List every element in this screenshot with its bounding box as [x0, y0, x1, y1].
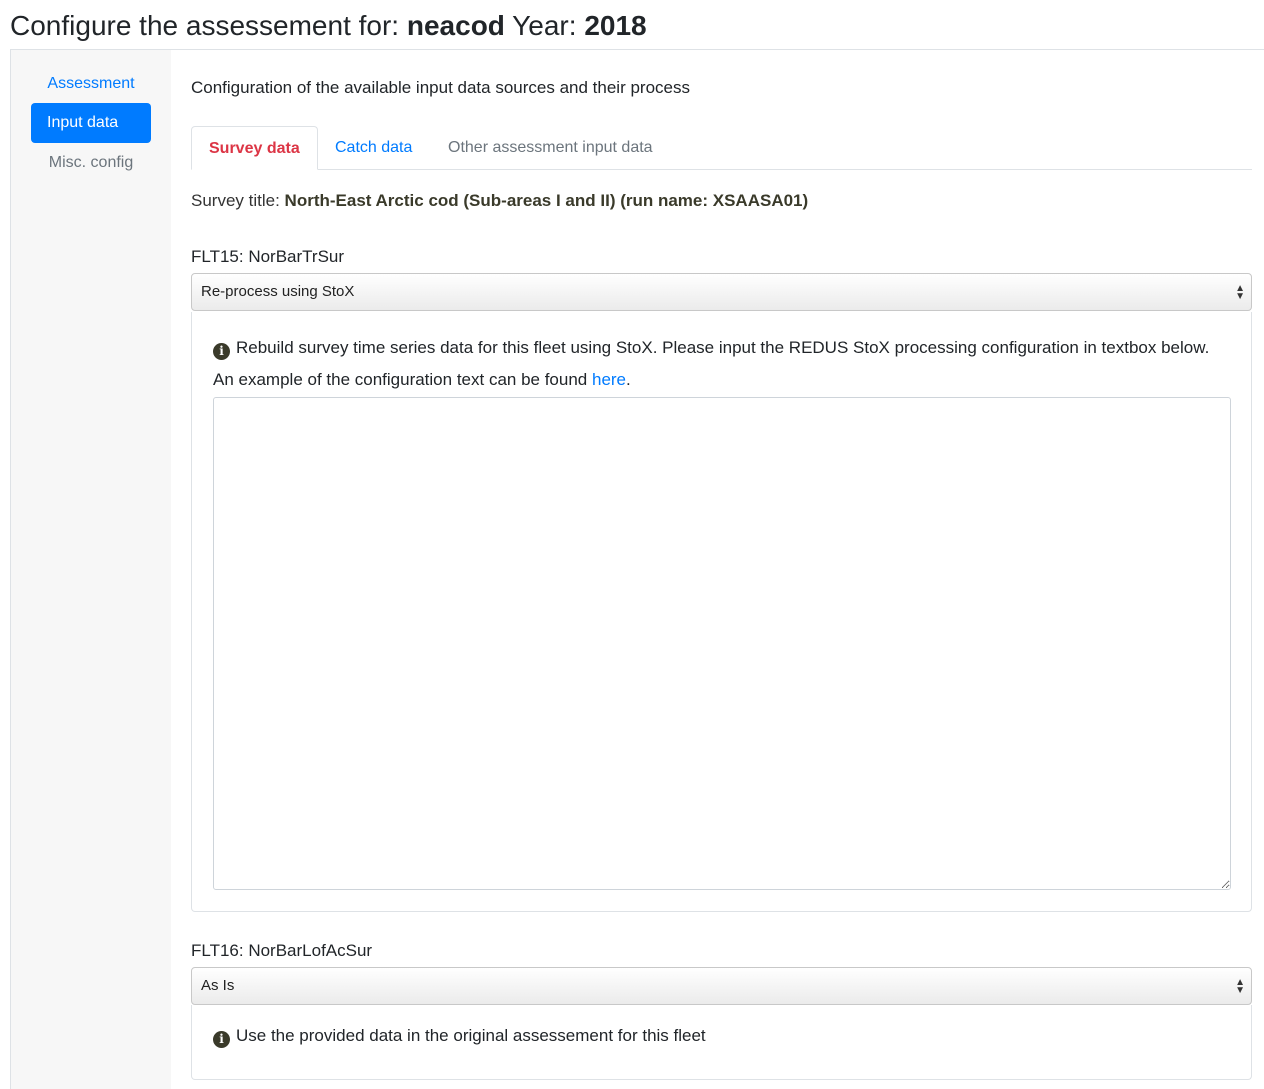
tab-catch-data[interactable]: Catch data — [318, 126, 429, 169]
fleet-process-select-flt16[interactable]: As Is ▲ ▼ — [191, 967, 1252, 1005]
info-message-end: . — [626, 370, 631, 389]
info-message: i Use the provided data in the original a… — [213, 1020, 1231, 1052]
sidebar-item-assessment[interactable]: Assessment — [31, 64, 151, 104]
tab-survey-data[interactable]: Survey data — [191, 126, 318, 170]
intro-text: Configuration of the available input dat… — [191, 78, 690, 97]
stox-config-textarea[interactable] — [213, 397, 1231, 890]
survey-title-value: North-East Arctic cod (Sub-areas I and I… — [284, 191, 809, 210]
fleet-label-flt15: FLT15: NorBarTrSur — [191, 247, 345, 266]
info-circle-icon: i — [213, 1031, 230, 1048]
sidebar-item-input-data[interactable]: Input data — [31, 103, 151, 143]
stock-name: neacod — [406, 10, 505, 41]
fleet-panel-flt15: i Rebuild survey time series data for thi… — [191, 312, 1252, 912]
page-title: Configure the assessement for: neacod Ye… — [10, 6, 647, 46]
year-value: 2018 — [584, 10, 647, 41]
survey-title-label: Survey title: — [191, 191, 285, 210]
survey-title: Survey title: North-East Arctic cod (Sub… — [191, 189, 808, 213]
fleet-panel-flt16: i Use the provided data in the original a… — [191, 1005, 1252, 1080]
tab-other-assessment-input-data[interactable]: Other assessment input data — [431, 126, 670, 169]
updown-arrows-icon: ▲ ▼ — [1235, 977, 1245, 996]
title-prefix: Configure the assessement for: — [10, 10, 407, 41]
fleet-label-flt16: FLT16: NorBarLofAcSur — [191, 941, 373, 960]
info-message-text: Rebuild survey time series data for this… — [213, 338, 1210, 389]
info-message-text: Use the provided data in the original as… — [236, 1026, 706, 1045]
sidebar: Assessment Input data Misc. config — [11, 50, 171, 1089]
main-content: Configuration of the available input dat… — [191, 50, 1252, 1089]
config-container: Assessment Input data Misc. config Confi… — [10, 49, 1264, 1089]
example-link[interactable]: here — [592, 370, 626, 389]
fleet-process-select-flt15[interactable]: Re-process using StoX ▲ ▼ — [191, 273, 1252, 311]
year-label: Year: — [504, 10, 585, 41]
info-message: i Rebuild survey time series data for thi… — [213, 332, 1231, 396]
info-circle-icon: i — [213, 343, 230, 360]
sidebar-item-misc-config[interactable]: Misc. config — [31, 143, 151, 183]
updown-arrows-icon: ▲ ▼ — [1235, 283, 1245, 302]
select-value: As Is — [201, 977, 235, 994]
tab-bar: Survey data Catch data Other assessment … — [191, 126, 1252, 170]
select-value: Re-process using StoX — [201, 283, 355, 300]
